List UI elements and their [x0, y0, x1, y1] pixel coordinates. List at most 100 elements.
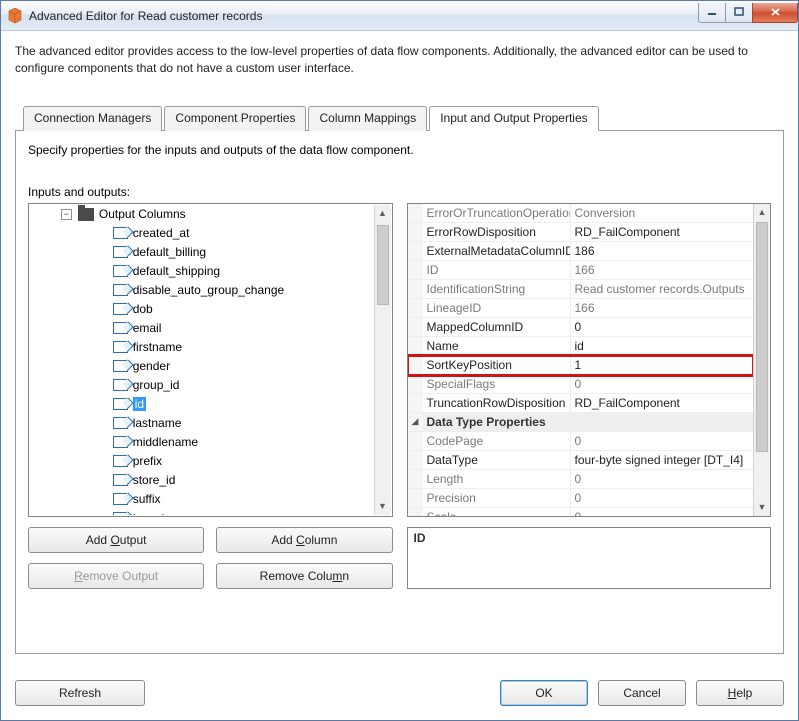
scroll-thumb[interactable] [377, 225, 389, 305]
collapse-icon[interactable]: − [61, 209, 72, 220]
property-value[interactable]: 0 [571, 318, 754, 336]
column-icon [113, 322, 128, 334]
property-row[interactable]: Scale0 [408, 508, 754, 516]
tree-node-column[interactable]: id [30, 395, 374, 414]
property-value[interactable]: 166 [571, 261, 754, 279]
tree-node-column[interactable]: email [30, 319, 374, 338]
tab-connection-managers[interactable]: Connection Managers [23, 106, 162, 131]
tree-node-column[interactable]: created_at [30, 224, 374, 243]
property-row[interactable]: Precision0 [408, 489, 754, 508]
tab-strip: Connection Managers Component Properties… [15, 105, 784, 131]
property-value[interactable]: RD_FailComponent [571, 223, 754, 241]
property-row[interactable]: ExternalMetadataColumnID186 [408, 242, 754, 261]
window-buttons [699, 3, 798, 23]
tree-view[interactable]: − Output Columns created_at default_billi… [28, 203, 393, 517]
tree-node-column[interactable]: dob [30, 300, 374, 319]
property-value[interactable]: 0 [571, 508, 754, 516]
expand-icon [408, 204, 423, 222]
property-row[interactable]: SortKeyPosition1 [408, 356, 754, 375]
tab-input-output-properties[interactable]: Input and Output Properties [429, 106, 598, 131]
tree-node-column[interactable]: default_shipping [30, 262, 374, 281]
property-value[interactable]: 166 [571, 299, 754, 317]
property-value[interactable]: four-byte signed integer [DT_I4] [571, 451, 754, 469]
tree-label: gender [133, 359, 170, 373]
close-button[interactable] [752, 3, 798, 23]
add-output-button[interactable]: Add Output [28, 527, 204, 553]
property-name: CodePage [423, 432, 571, 450]
property-category[interactable]: ◢Data Type Properties [408, 413, 754, 432]
propgrid-scrollbar[interactable]: ▲ ▼ [753, 204, 770, 516]
property-name: ID [423, 261, 571, 279]
expand-icon [408, 337, 423, 355]
property-value[interactable]: RD_FailComponent [571, 394, 754, 412]
tree-label: id [133, 397, 146, 411]
property-value[interactable]: 0 [571, 432, 754, 450]
column-icon [113, 398, 128, 410]
tree-node-column[interactable]: prefix [30, 452, 374, 471]
ok-button[interactable]: OK [500, 680, 588, 706]
tree-label: firstname [133, 340, 182, 354]
property-row[interactable]: IdentificationStringRead customer record… [408, 280, 754, 299]
property-row[interactable]: CodePage0 [408, 432, 754, 451]
scroll-thumb[interactable] [756, 222, 768, 452]
property-value[interactable]: 186 [571, 242, 754, 260]
tree-scrollbar[interactable]: ▲ ▼ [374, 205, 391, 515]
tree-label: dob [133, 302, 153, 316]
property-row[interactable]: DataTypefour-byte signed integer [DT_I4] [408, 451, 754, 470]
maximize-button[interactable] [725, 3, 753, 23]
property-value[interactable]: 0 [571, 470, 754, 488]
remove-button-row: Remove Output Remove Column [28, 563, 393, 589]
property-row[interactable]: ErrorRowDispositionRD_FailComponent [408, 223, 754, 242]
output-button-row: Add Output Add Column [28, 527, 393, 553]
property-row[interactable]: ErrorOrTruncationOperationConversion [408, 204, 754, 223]
tree-node-column[interactable]: default_billing [30, 243, 374, 262]
add-column-button[interactable]: Add Column [216, 527, 392, 553]
expand-icon[interactable]: ◢ [408, 413, 423, 431]
expand-icon [408, 451, 423, 469]
property-row[interactable]: Length0 [408, 470, 754, 489]
property-row[interactable]: TruncationRowDispositionRD_FailComponent [408, 394, 754, 413]
property-row[interactable]: SpecialFlags0 [408, 375, 754, 394]
property-row[interactable]: MappedColumnID0 [408, 318, 754, 337]
tree-label: store_id [133, 473, 176, 487]
minimize-button[interactable] [698, 3, 726, 23]
property-row[interactable]: Nameid [408, 337, 754, 356]
scroll-down-icon[interactable]: ▼ [754, 499, 770, 516]
inputs-outputs-label: Inputs and outputs: [28, 185, 771, 199]
scroll-down-icon[interactable]: ▼ [375, 498, 391, 515]
property-value[interactable]: Conversion [571, 204, 754, 222]
tree-node-column[interactable]: gender [30, 357, 374, 376]
property-value[interactable]: Read customer records.Outputs [571, 280, 754, 298]
tree-node-column[interactable]: firstname [30, 338, 374, 357]
scroll-up-icon[interactable]: ▲ [375, 205, 391, 222]
scroll-up-icon[interactable]: ▲ [754, 204, 770, 221]
tree-node-column[interactable]: lastname [30, 414, 374, 433]
property-value[interactable]: 0 [571, 489, 754, 507]
titlebar: Advanced Editor for Read customer record… [1, 1, 798, 31]
property-grid[interactable]: ErrorOrTruncationOperationConversionErro… [407, 203, 772, 517]
tree-node-column[interactable]: middlename [30, 433, 374, 452]
tree-label: created_at [133, 226, 190, 240]
tree-node-column[interactable]: suffix [30, 490, 374, 509]
property-row[interactable]: LineageID166 [408, 299, 754, 318]
tree-label: Output Columns [99, 207, 186, 221]
tab-column-mappings[interactable]: Column Mappings [308, 106, 427, 131]
remove-column-button[interactable]: Remove Column [216, 563, 392, 589]
property-row[interactable]: ID166 [408, 261, 754, 280]
remove-output-button[interactable]: Remove Output [28, 563, 204, 589]
cancel-button[interactable]: Cancel [598, 680, 686, 706]
property-value[interactable]: id [571, 337, 754, 355]
help-button[interactable]: Help [696, 680, 784, 706]
tree-node-column[interactable]: disable_auto_group_change [30, 281, 374, 300]
column-icon [113, 436, 128, 448]
tab-component-properties[interactable]: Component Properties [164, 106, 306, 131]
property-value[interactable]: 1 [571, 356, 754, 374]
tree-node-column[interactable]: store_id [30, 471, 374, 490]
property-value[interactable]: 0 [571, 375, 754, 393]
tree-label: default_shipping [133, 264, 220, 278]
tree-node-output-columns[interactable]: − Output Columns [30, 205, 374, 224]
property-value[interactable] [571, 413, 754, 431]
tree-node-column[interactable]: taxvat [30, 509, 374, 515]
refresh-button[interactable]: Refresh [15, 680, 145, 706]
tree-node-column[interactable]: group_id [30, 376, 374, 395]
